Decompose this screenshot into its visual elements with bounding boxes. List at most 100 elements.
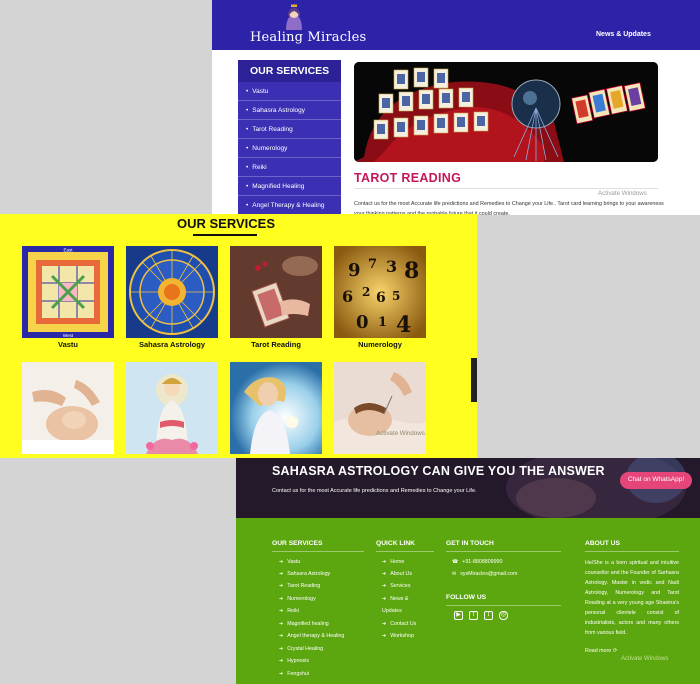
footer-quick-link[interactable]: ➜ Home: [382, 559, 404, 565]
svg-text:3: 3: [386, 257, 397, 276]
service-tile-sahasra-astrology[interactable]: [126, 246, 218, 338]
divider: [272, 551, 364, 552]
sidebar-item-tarot-reading[interactable]: Tarot Reading: [238, 120, 341, 139]
tarot-page-panel: Healing Miracles News & Updates OUR SERV…: [212, 0, 700, 215]
footer-email[interactable]: ✉ sysMiracles@gmail.com: [452, 571, 517, 577]
footer-quick-link[interactable]: ➜ Workshop: [382, 633, 414, 639]
scroll-edge: [471, 358, 477, 402]
divider: [354, 188, 658, 189]
brand-name[interactable]: Healing Miracles: [250, 30, 366, 45]
svg-text:9: 9: [348, 260, 361, 281]
services-sidebar: OUR SERVICES Vastu Sahasra Astrology Tar…: [238, 60, 341, 215]
phone-icon: ☎: [452, 559, 459, 565]
instagram-icon[interactable]: ◎: [499, 611, 508, 620]
svg-text:West: West: [63, 333, 74, 338]
read-more-link[interactable]: Read more ⟳: [585, 648, 617, 654]
vastu-grid-image: East West: [22, 246, 114, 338]
tile-label-numerology[interactable]: Numerology: [334, 340, 426, 349]
svg-text:2: 2: [362, 285, 370, 299]
sidebar-item-vastu[interactable]: Vastu: [238, 82, 341, 101]
logo-icon: [286, 4, 302, 30]
service-tile-numerology[interactable]: 97 38 62 65 01 4: [334, 246, 426, 338]
service-tile-tarot-reading[interactable]: [230, 246, 322, 338]
sidebar-item-sahasra-astrology[interactable]: Sahasra Astrology: [238, 101, 341, 120]
footer-service-link[interactable]: ➜ Reiki: [279, 608, 299, 614]
svg-text:8: 8: [404, 258, 419, 284]
divider: [376, 551, 434, 552]
footer-quick-link[interactable]: ➜ About Us: [382, 571, 412, 577]
footer-follow-heading: FOLLOW US: [446, 594, 487, 601]
activate-windows-watermark: Activate Windows: [598, 190, 647, 197]
service-tile-angel[interactable]: [230, 362, 322, 454]
footer-service-link[interactable]: ➜ Magnified healing: [279, 621, 329, 627]
footer-service-link[interactable]: ➜ Crystal Healing: [279, 646, 323, 652]
page-description: Contact us for the most Accurate life pr…: [354, 201, 664, 215]
divider: [446, 605, 561, 606]
sidebar-item-numerology[interactable]: Numerology: [238, 139, 341, 158]
footer-quick-link[interactable]: ➜ Contact Us: [382, 621, 416, 627]
about-text: He/She is a born spiritual and intuitive…: [585, 560, 679, 636]
hero-banner: SAHASRA ASTROLOGY CAN GIVE YOU THE ANSWE…: [236, 458, 700, 518]
service-tile-vastu[interactable]: East West: [22, 246, 114, 338]
service-tile-deity[interactable]: [126, 362, 218, 454]
deity-image: [126, 362, 218, 454]
tile-label-vastu[interactable]: Vastu: [22, 340, 114, 349]
zodiac-wheel-image: [126, 246, 218, 338]
footer-services-heading: OUR SERVICES: [272, 540, 323, 547]
tile-label-tarot-reading[interactable]: Tarot Reading: [230, 340, 322, 349]
sidebar-item-angel-therapy[interactable]: Angel Therapy & Healing: [238, 196, 341, 215]
footer-quick-link[interactable]: ➜ News &: [382, 596, 408, 602]
facebook-icon[interactable]: f: [469, 611, 478, 620]
footer-service-link[interactable]: ➜ Numerology: [279, 596, 316, 602]
footer-quick-link-continued[interactable]: Updates: [382, 608, 402, 614]
activate-windows-watermark: Activate Windows: [376, 430, 425, 437]
service-tile-healing[interactable]: [334, 362, 426, 454]
footer-quick-link[interactable]: ➜ Services: [382, 583, 411, 589]
footer-contact-heading: GET IN TOUCH: [446, 540, 494, 547]
whatsapp-chat-button[interactable]: Chat on WhatsApp!: [620, 472, 692, 489]
footer-about-heading: ABOUT US: [585, 540, 620, 547]
svg-text:6: 6: [376, 290, 386, 306]
divider: [446, 551, 561, 552]
svg-text:East: East: [63, 248, 73, 253]
svg-text:6: 6: [342, 287, 353, 306]
hero-title: SAHASRA ASTROLOGY CAN GIVE YOU THE ANSWE…: [272, 464, 605, 478]
sidebar-title: OUR SERVICES: [238, 60, 341, 82]
youtube-icon[interactable]: ▶: [454, 611, 463, 620]
tarot-cards-illustration: [354, 62, 658, 162]
svg-text:4: 4: [396, 312, 411, 338]
sidebar-item-reiki[interactable]: Reiki: [238, 158, 341, 177]
reiki-image: [22, 362, 114, 454]
numbers-image: 97 38 62 65 01 4: [334, 246, 426, 338]
footer-service-link[interactable]: ➜ Fengshui: [279, 671, 309, 677]
page-heading: TAROT READING: [354, 171, 462, 185]
mail-icon: ✉: [452, 571, 457, 577]
footer-panel: SAHASRA ASTROLOGY CAN GIVE YOU THE ANSWE…: [236, 458, 700, 684]
tile-label-sahasra-astrology[interactable]: Sahasra Astrology: [126, 340, 218, 349]
footer-service-link[interactable]: ➜ Hypnosis: [279, 658, 309, 664]
tarot-banner-image: [354, 62, 658, 162]
svg-text:1: 1: [378, 315, 387, 330]
svg-text:7: 7: [368, 257, 377, 272]
svg-text:0: 0: [356, 312, 369, 333]
our-services-grid-panel: OUR SERVICES East West Vastu Sahasra Ast…: [0, 214, 477, 458]
footer-service-link[interactable]: ➜ Vastu: [279, 559, 300, 565]
footer-service-link[interactable]: ➜ Tarot Reading: [279, 583, 320, 589]
chevron-icon: ⟳: [612, 648, 618, 654]
twitter-icon[interactable]: t: [484, 611, 493, 620]
healing-image: [334, 362, 426, 454]
footer-quick-link-heading: QUICK LINK: [376, 540, 416, 547]
service-tile-reiki[interactable]: [22, 362, 114, 454]
sidebar-item-magnified-healing[interactable]: Magnified Healing: [238, 177, 341, 196]
footer-service-link[interactable]: ➜ Sahasra Astrology: [279, 571, 330, 577]
site-header: Healing Miracles News & Updates: [212, 0, 700, 50]
footer-phone[interactable]: ☎ +91-8808809990: [452, 559, 502, 565]
nav-news-updates[interactable]: News & Updates: [596, 31, 651, 38]
hero-subtitle: Contact us for the most Accurate life pr…: [272, 488, 477, 494]
footer-service-link[interactable]: ➜ Angel therapy & Healing: [279, 633, 344, 639]
activate-windows-watermark: Activate Windows: [621, 656, 669, 662]
angel-image: [230, 362, 322, 454]
section-title: OUR SERVICES: [176, 216, 275, 231]
title-underline: [193, 234, 257, 236]
divider: [585, 551, 679, 552]
